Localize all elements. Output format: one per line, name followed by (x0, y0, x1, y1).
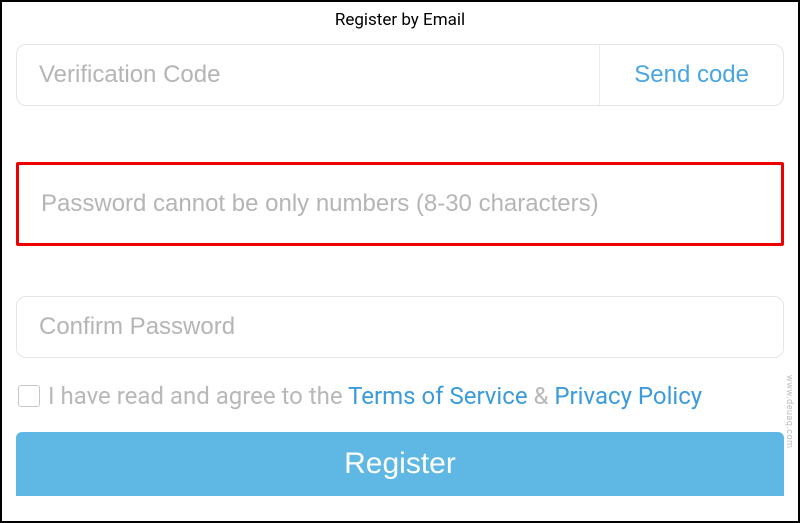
agree-row: I have read and agree to the Terms of Se… (16, 382, 784, 410)
password-input[interactable] (19, 165, 781, 243)
agree-checkbox[interactable] (18, 385, 40, 407)
form-container: Send code I have read and agree to the T… (2, 44, 798, 496)
agree-text: I have read and agree to the Terms of Se… (48, 382, 702, 410)
verification-row: Send code (16, 44, 784, 106)
terms-link[interactable]: Terms of Service (348, 382, 527, 410)
agree-prefix: I have read and agree to the (48, 382, 348, 410)
confirm-password-input[interactable] (17, 297, 783, 357)
send-code-button[interactable]: Send code (599, 45, 783, 105)
password-row (16, 162, 784, 246)
register-button[interactable]: Register (16, 432, 784, 496)
page-title: Register by Email (2, 2, 798, 44)
agree-and: & (528, 382, 555, 410)
watermark: www.deuaq.com (784, 375, 794, 449)
confirm-password-row (16, 296, 784, 358)
privacy-link[interactable]: Privacy Policy (554, 382, 702, 410)
verification-code-input[interactable] (17, 45, 599, 105)
